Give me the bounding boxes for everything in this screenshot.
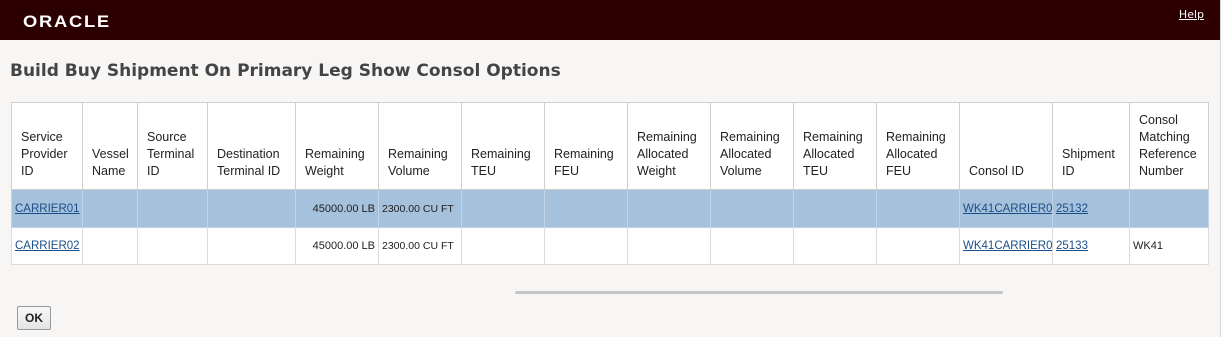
cell-consol-matching-reference-number: WK41 (1129, 227, 1209, 265)
cell-remaining-feu (544, 189, 628, 228)
app-header: ORACLE Help (0, 0, 1220, 40)
cell-vessel-name (82, 227, 138, 265)
cell-remaining-teu (461, 189, 545, 228)
cell-shipment-id: 25132 (1052, 189, 1130, 228)
cell-consol-matching-reference-number (1129, 189, 1209, 228)
cell-remaining-teu (461, 227, 545, 265)
service-provider-link[interactable]: CARRIER01 (15, 203, 80, 215)
cell-remaining-allocated-feu (876, 189, 960, 228)
col-header-remaining-feu[interactable]: Remaining FEU (544, 102, 628, 190)
col-header-source-terminal-id[interactable]: Source Terminal ID (137, 102, 208, 190)
cell-service-provider-id: CARRIER01 (11, 189, 83, 228)
col-header-destination-terminal-id[interactable]: Destination Terminal ID (207, 102, 296, 190)
cell-remaining-feu (544, 227, 628, 265)
cell-source-terminal-id (137, 189, 208, 228)
cell-remaining-allocated-teu (793, 227, 877, 265)
window-edge (1220, 0, 1224, 337)
cell-remaining-allocated-volume (710, 189, 794, 228)
cell-remaining-weight: 45000.00 LB (295, 189, 379, 228)
cell-consol-id: WK41CARRIER01 (959, 189, 1053, 228)
cell-consol-id: WK41CARRIER02 (959, 227, 1053, 265)
cell-destination-terminal-id (207, 189, 296, 228)
col-header-remaining-allocated-feu[interactable]: Remaining Allocated FEU (876, 102, 960, 190)
cell-service-provider-id: CARRIER02 (11, 227, 83, 265)
ok-button[interactable]: OK (17, 306, 51, 330)
col-header-remaining-allocated-teu[interactable]: Remaining Allocated TEU (793, 102, 877, 190)
service-provider-link[interactable]: CARRIER02 (15, 240, 80, 252)
col-header-remaining-teu[interactable]: Remaining TEU (461, 102, 545, 190)
consol-id-link[interactable]: WK41CARRIER02 (963, 240, 1052, 252)
cell-remaining-allocated-feu (876, 227, 960, 265)
page-title: Build Buy Shipment On Primary Leg Show C… (10, 61, 561, 81)
col-header-shipment-id[interactable]: Shipment ID (1052, 102, 1130, 190)
cell-vessel-name (82, 189, 138, 228)
col-header-remaining-weight[interactable]: Remaining Weight (295, 102, 379, 190)
col-header-remaining-allocated-weight[interactable]: Remaining Allocated Weight (627, 102, 711, 190)
cell-destination-terminal-id (207, 227, 296, 265)
consol-options-table: Service Provider ID Vessel Name Source T… (11, 102, 1209, 265)
cell-shipment-id: 25133 (1052, 227, 1130, 265)
table-header-row: Service Provider ID Vessel Name Source T… (11, 102, 1209, 190)
col-header-remaining-allocated-volume[interactable]: Remaining Allocated Volume (710, 102, 794, 190)
horizontal-scrollbar[interactable] (515, 291, 1003, 294)
cell-remaining-volume: 2300.00 CU FT (378, 189, 462, 228)
col-header-remaining-volume[interactable]: Remaining Volume (378, 102, 462, 190)
table-row[interactable]: CARRIER02 45000.00 LB 2300.00 CU FT WK41… (11, 227, 1209, 265)
cell-remaining-volume: 2300.00 CU FT (378, 227, 462, 265)
col-header-vessel-name[interactable]: Vessel Name (82, 102, 138, 190)
cell-remaining-allocated-volume (710, 227, 794, 265)
cell-remaining-allocated-weight (627, 189, 711, 228)
oracle-logo: ORACLE (23, 12, 111, 31)
shipment-id-link[interactable]: 25132 (1056, 203, 1088, 215)
cell-remaining-allocated-teu (793, 189, 877, 228)
col-header-service-provider-id[interactable]: Service Provider ID (11, 102, 83, 190)
col-header-consol-matching-reference-number[interactable]: Consol Matching Reference Number (1129, 102, 1209, 190)
cell-source-terminal-id (137, 227, 208, 265)
shipment-id-link[interactable]: 25133 (1056, 240, 1088, 252)
help-link[interactable]: Help (1179, 8, 1204, 21)
table-row[interactable]: CARRIER01 45000.00 LB 2300.00 CU FT WK41… (11, 189, 1209, 228)
results-grid: Service Provider ID Vessel Name Source T… (11, 102, 1209, 265)
consol-id-link[interactable]: WK41CARRIER01 (963, 203, 1052, 215)
cell-remaining-allocated-weight (627, 227, 711, 265)
col-header-consol-id[interactable]: Consol ID (959, 102, 1053, 190)
cell-remaining-weight: 45000.00 LB (295, 227, 379, 265)
